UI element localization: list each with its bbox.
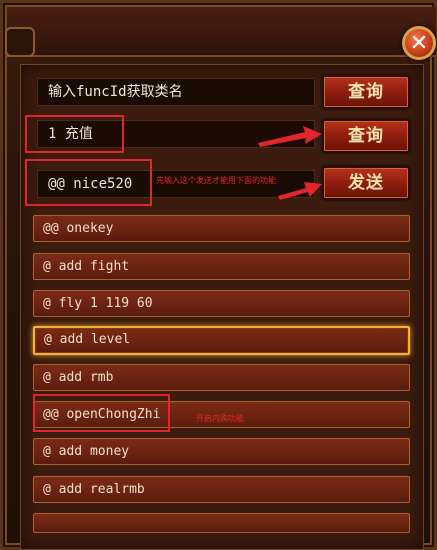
arrow-icon — [278, 182, 322, 200]
arrow-icon — [258, 126, 322, 147]
bottom-strip — [30, 540, 420, 550]
annotation-arrows — [258, 126, 322, 200]
